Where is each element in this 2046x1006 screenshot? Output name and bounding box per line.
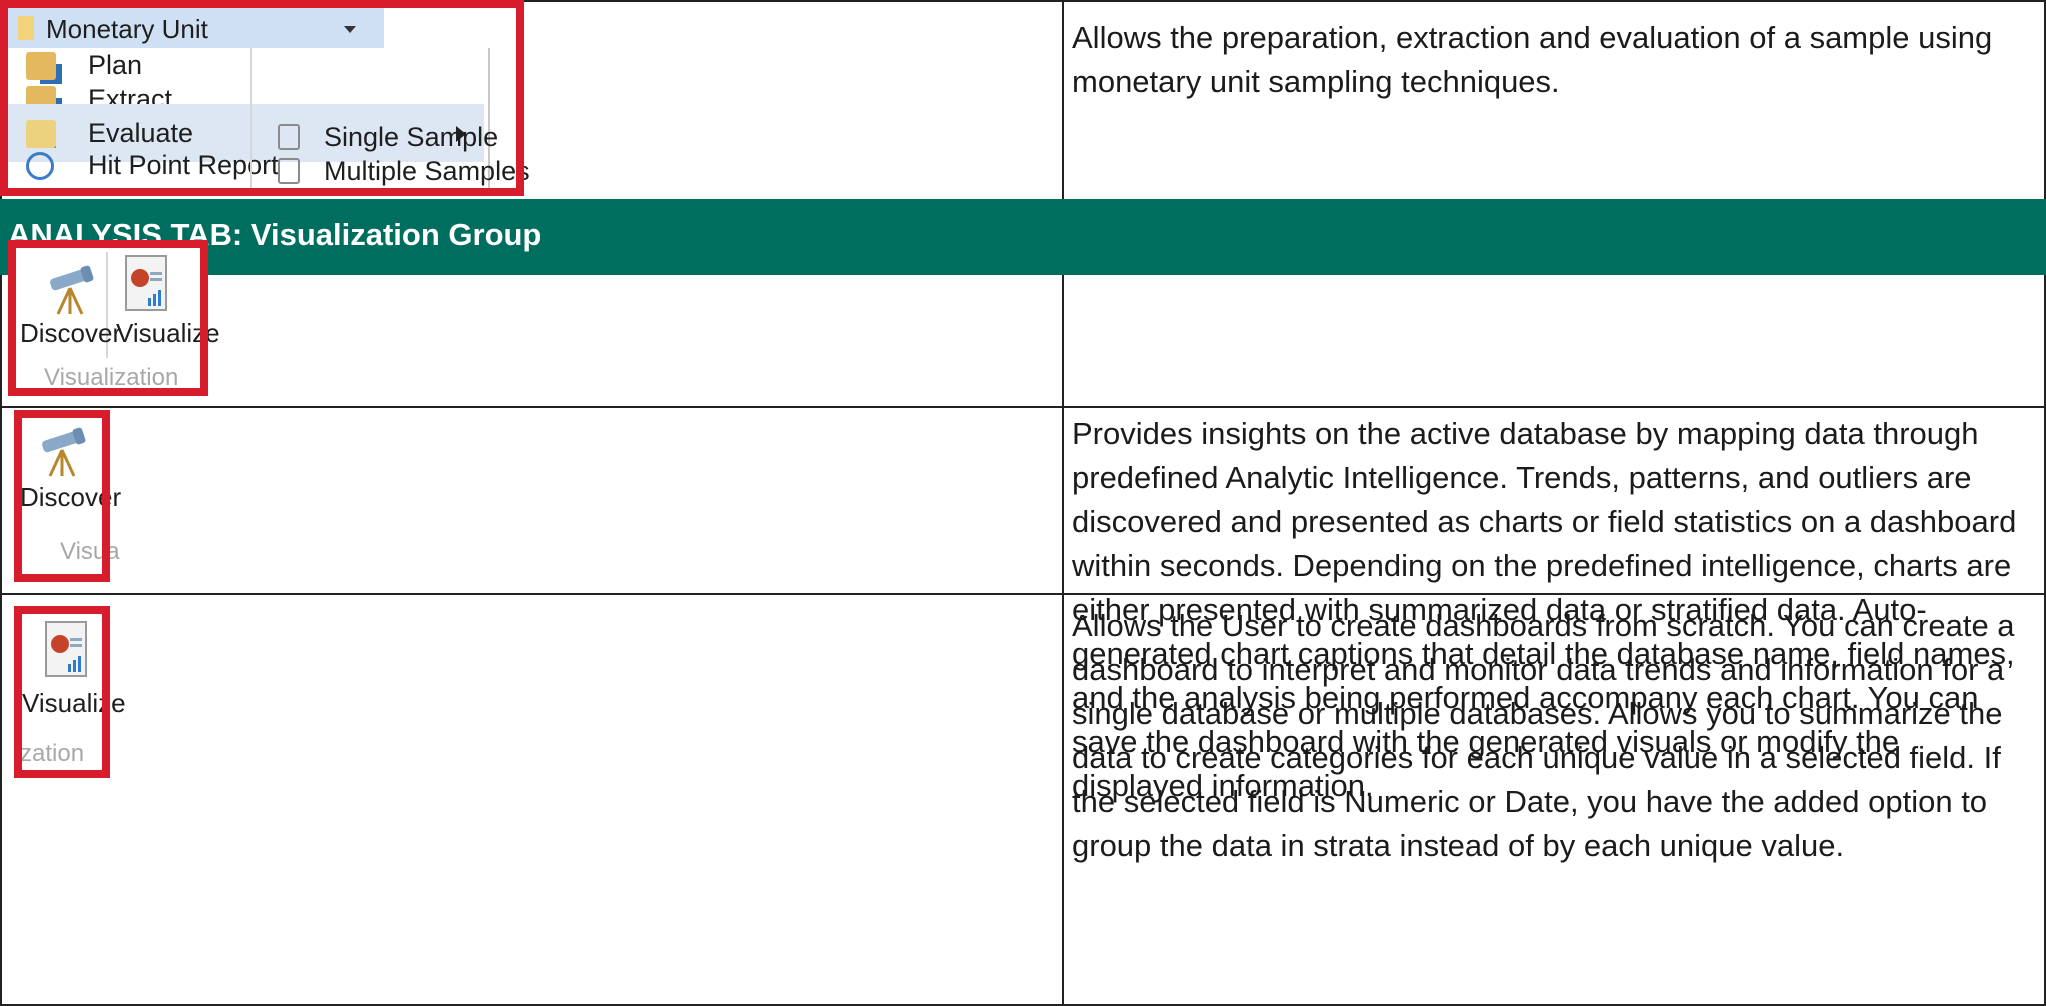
highlight-box — [8, 240, 208, 396]
highlight-box — [14, 410, 110, 582]
highlight-box — [0, 0, 524, 196]
visualize-description: Allows the User to create dashboards fro… — [1072, 608, 2015, 863]
table-border — [0, 406, 2046, 408]
highlight-box — [14, 606, 110, 778]
table-border — [1062, 0, 1064, 1006]
monetary-unit-description: Allows the preparation, extraction and e… — [1072, 20, 1993, 99]
section-header: ANALYSIS TAB: Visualization Group — [0, 199, 2046, 275]
